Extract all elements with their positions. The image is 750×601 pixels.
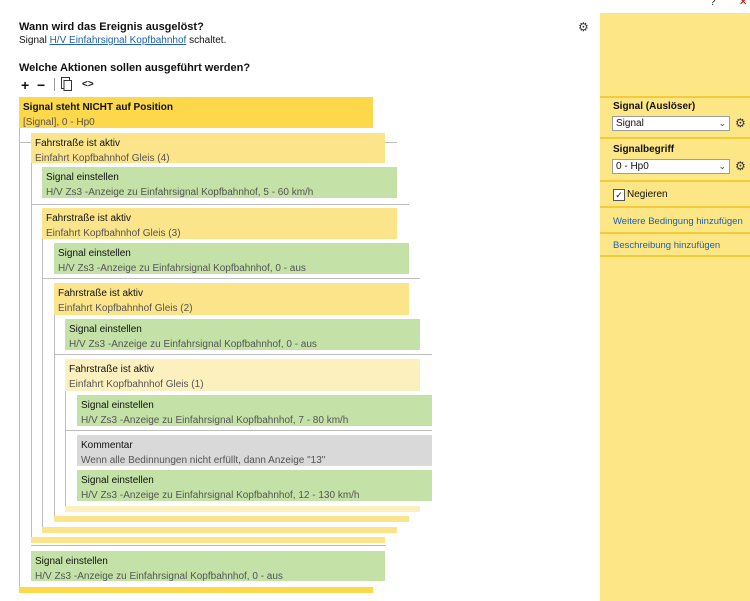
- block-end-bar: [42, 527, 397, 533]
- panel-divider: [600, 96, 750, 98]
- add-condition-link[interactable]: Weitere Bedingung hinzufügen: [613, 216, 743, 227]
- action-block-set-signal[interactable]: Signal einstellen H/V Zs3 -Anzeige zu Ei…: [31, 551, 385, 582]
- close-button[interactable]: ✕: [739, 0, 747, 8]
- negate-label: Negieren: [627, 189, 668, 200]
- block-title: Signal einstellen: [81, 400, 154, 411]
- tree-line: [42, 278, 420, 279]
- block-subtitle: H/V Zs3 -Anzeige zu Einfahrsignal Kopfba…: [35, 571, 283, 582]
- panel-divider: [600, 232, 750, 234]
- comment-block[interactable]: Kommentar Wenn alle Bedinnungen nicht er…: [77, 435, 432, 466]
- block-title: Fahrstraße ist aktiv: [46, 213, 132, 224]
- code-view-button[interactable]: <>: [82, 79, 94, 90]
- block-title: Fahrstraße ist aktiv: [35, 138, 121, 149]
- block-subtitle: H/V Zs3 -Anzeige zu Einfahrsignal Kopfba…: [81, 490, 360, 501]
- signal-aspect-label: Signalbegriff: [613, 144, 675, 155]
- block-title: Fahrstraße ist aktiv: [58, 288, 144, 299]
- aspect-gear-icon[interactable]: ⚙: [735, 160, 746, 172]
- tree-line: [54, 315, 55, 516]
- panel-divider: [600, 255, 750, 257]
- block-subtitle: Einfahrt Kopfbahnhof Gleis (3): [46, 228, 181, 239]
- trigger-suffix: schaltet.: [186, 35, 227, 46]
- action-block-set-signal[interactable]: Signal einstellen H/V Zs3 -Anzeige zu Ei…: [42, 167, 397, 198]
- condition-block-signal-not-position[interactable]: Signal steht NICHT auf Position [Signal]…: [19, 97, 373, 128]
- block-subtitle: Wenn alle Bedinnungen nicht erfüllt, dan…: [81, 455, 326, 466]
- tree-line: [65, 391, 66, 506]
- block-end-bar: [19, 587, 373, 593]
- block-subtitle: H/V Zs3 -Anzeige zu Einfahrsignal Kopfba…: [81, 415, 349, 426]
- condition-block-route-2[interactable]: Fahrstraße ist aktiv Einfahrt Kopfbahnho…: [54, 283, 409, 315]
- trigger-question: Wann wird das Ereignis ausgelöst?: [19, 21, 204, 33]
- help-button[interactable]: ?: [710, 0, 716, 8]
- add-description-link[interactable]: Beschreibung hinzufügen: [613, 240, 720, 251]
- add-action-button[interactable]: +: [21, 78, 29, 92]
- block-title: Fahrstraße ist aktiv: [69, 364, 155, 375]
- block-subtitle: H/V Zs3 -Anzeige zu Einfahrsignal Kopfba…: [58, 263, 306, 274]
- signal-aspect-select[interactable]: 0 - Hp0 ⌄: [612, 159, 730, 174]
- trigger-gear-icon[interactable]: ⚙: [578, 21, 589, 33]
- action-block-set-signal[interactable]: Signal einstellen H/V Zs3 -Anzeige zu Ei…: [77, 470, 432, 501]
- condition-block-route-3[interactable]: Fahrstraße ist aktiv Einfahrt Kopfbahnho…: [42, 208, 397, 239]
- trigger-sentence: Signal H/V Einfahrsignal Kopfbahnhof sch…: [19, 35, 226, 46]
- block-subtitle: Einfahrt Kopfbahnhof Gleis (1): [69, 379, 204, 390]
- block-title: Signal einstellen: [58, 248, 131, 259]
- remove-action-button[interactable]: −: [37, 78, 45, 92]
- tree-line: [31, 545, 386, 546]
- panel-divider: [600, 180, 750, 182]
- signal-aspect-value: 0 - Hp0: [616, 161, 649, 172]
- signal-select[interactable]: Signal ⌄: [612, 116, 730, 131]
- tree-line: [31, 163, 32, 537]
- block-subtitle: [Signal], 0 - Hp0: [23, 117, 95, 128]
- block-subtitle: H/V Zs3 -Anzeige zu Einfahrsignal Kopfba…: [69, 339, 317, 350]
- tree-line: [54, 354, 432, 355]
- block-subtitle: H/V Zs3 -Anzeige zu Einfahrsignal Kopfba…: [46, 187, 314, 198]
- tree-line: [42, 239, 43, 528]
- trigger-prefix: Signal: [19, 35, 50, 46]
- block-end-bar: [65, 506, 420, 512]
- block-subtitle: Einfahrt Kopfbahnhof Gleis (2): [58, 303, 193, 314]
- block-title: Kommentar: [81, 440, 133, 451]
- trigger-signal-link[interactable]: H/V Einfahrsignal Kopfbahnhof: [50, 35, 187, 46]
- condition-block-route-4[interactable]: Fahrstraße ist aktiv Einfahrt Kopfbahnho…: [31, 133, 385, 164]
- tree-line: [65, 430, 432, 431]
- chevron-down-icon: ⌄: [718, 118, 726, 128]
- block-end-bar: [54, 516, 409, 522]
- panel-divider: [600, 206, 750, 208]
- block-title: Signal einstellen: [35, 556, 108, 567]
- block-subtitle: Einfahrt Kopfbahnhof Gleis (4): [35, 153, 170, 164]
- actions-question: Welche Aktionen sollen ausgeführt werden…: [19, 62, 251, 74]
- block-title: Signal steht NICHT auf Position: [23, 102, 174, 113]
- tree-line: [31, 204, 409, 205]
- block-title: Signal einstellen: [81, 475, 154, 486]
- tree-line: [19, 128, 20, 587]
- copy-icon[interactable]: [61, 77, 72, 91]
- signal-select-value: Signal: [616, 118, 644, 129]
- panel-divider: [600, 137, 750, 139]
- block-title: Signal einstellen: [46, 172, 119, 183]
- toolbar-divider: [54, 78, 55, 91]
- block-end-bar: [31, 537, 385, 543]
- chevron-down-icon: ⌄: [718, 161, 726, 171]
- action-block-set-signal[interactable]: Signal einstellen H/V Zs3 -Anzeige zu Ei…: [65, 319, 420, 350]
- action-block-set-signal[interactable]: Signal einstellen H/V Zs3 -Anzeige zu Ei…: [54, 243, 409, 274]
- action-block-set-signal[interactable]: Signal einstellen H/V Zs3 -Anzeige zu Ei…: [77, 395, 432, 426]
- condition-block-route-1[interactable]: Fahrstraße ist aktiv Einfahrt Kopfbahnho…: [65, 359, 420, 391]
- negate-checkbox[interactable]: ✓: [613, 189, 625, 201]
- signal-gear-icon[interactable]: ⚙: [735, 117, 746, 129]
- block-title: Signal einstellen: [69, 324, 142, 335]
- signal-trigger-label: Signal (Auslöser): [613, 101, 696, 112]
